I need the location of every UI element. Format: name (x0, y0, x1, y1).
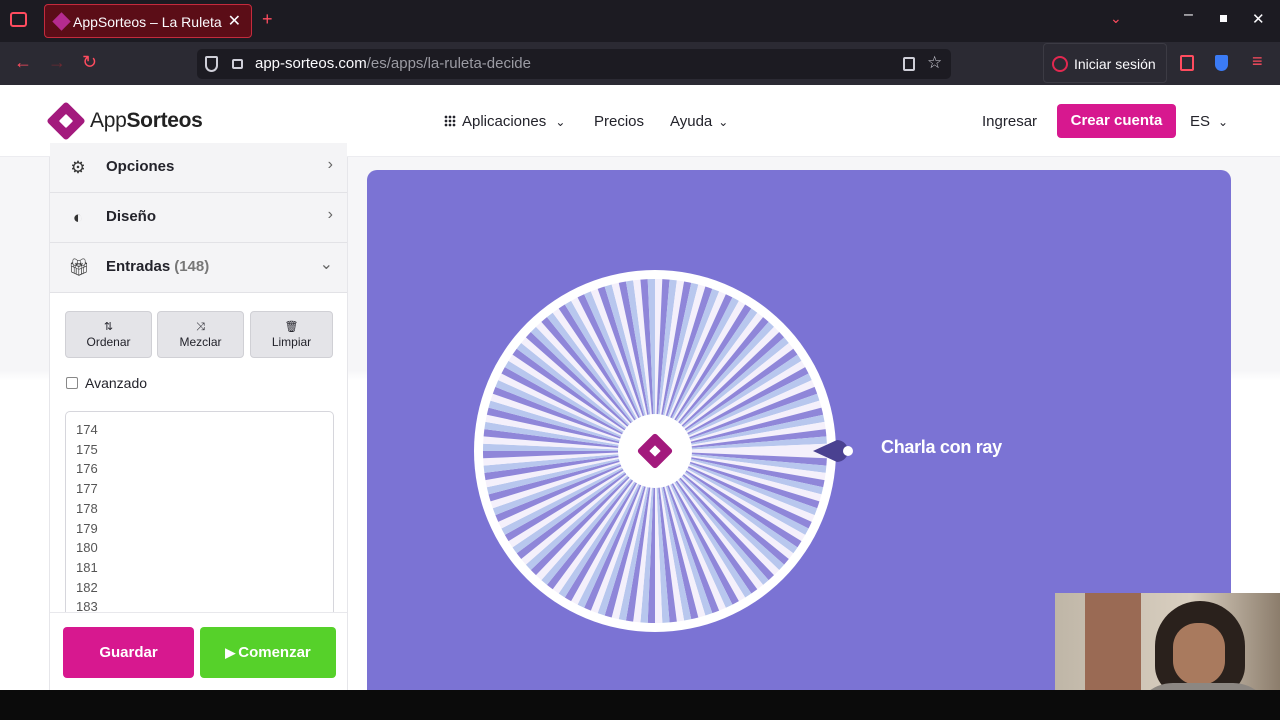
entry-line: 179 (76, 520, 98, 536)
minimize-icon[interactable]: – (1184, 6, 1193, 24)
entry-line: 182 (76, 579, 98, 595)
shield-icon[interactable] (1215, 55, 1228, 71)
appsorteos-logo-icon[interactable] (46, 101, 86, 141)
close-tab-icon[interactable]: ✕ (228, 11, 241, 31)
entradas-count: (148) (174, 258, 210, 275)
browser-signin-button[interactable]: Iniciar sesión (1043, 43, 1167, 83)
avanzado-checkbox[interactable]: Avanzado (66, 375, 147, 391)
tab-list-chevron-icon[interactable]: ⌄ (1110, 10, 1122, 27)
settings-sidebar: ⚙ Opciones › ◐ Diseño › 🎁︎ Entradas (148)… (49, 143, 348, 690)
tab-title: AppSorteos – La Ruleta d (73, 14, 225, 30)
account-icon (1052, 56, 1068, 72)
ordenar-button[interactable]: ⇅ Ordenar (65, 311, 152, 358)
os-taskbar (0, 690, 1280, 720)
tab-overview-icon[interactable] (10, 12, 27, 27)
chevron-down-icon: ⌄ (555, 115, 566, 129)
guardar-button[interactable]: Guardar (63, 627, 194, 678)
maximize-icon[interactable] (1220, 15, 1227, 22)
shuffle-icon: ⤨ (196, 321, 205, 333)
accordion-diseno[interactable]: ◐ Diseño › (50, 193, 347, 243)
language-selector[interactable]: ES ⌄ (1190, 113, 1228, 130)
comenzar-button[interactable]: ▶ Comenzar (200, 627, 336, 678)
chevron-down-icon: ⌄ (1218, 115, 1229, 129)
nav-aplicaciones[interactable]: Aplicaciones ⌄ (444, 113, 565, 130)
accordion-opciones[interactable]: ⚙ Opciones › (50, 143, 347, 193)
nav-precios[interactable]: Precios (594, 113, 644, 130)
reload-icon[interactable]: ↻ (82, 52, 97, 73)
back-arrow-icon[interactable]: ← (14, 52, 32, 73)
close-window-icon[interactable]: ✕ (1252, 10, 1265, 28)
entry-line: 175 (76, 441, 98, 457)
mezclar-button[interactable]: ⤨ Mezclar (157, 311, 244, 358)
apps-grid-icon (444, 115, 456, 127)
entradas-label: Entradas (148) (106, 258, 210, 275)
entry-line: 174 (76, 422, 98, 437)
site-favicon-icon (52, 12, 71, 31)
trash-icon: 🗑︎ (284, 321, 299, 333)
browser-tabbar: AppSorteos – La Ruleta d ✕ + ⌄ – ✕ (0, 0, 1280, 42)
ingresar-link[interactable]: Ingresar (982, 113, 1037, 130)
url-text[interactable]: app-sorteos.com/es/apps/la-ruleta-decide (255, 55, 531, 72)
accordion-entradas[interactable]: 🎁︎ Entradas (148) ⌄ (50, 243, 347, 293)
entry-line: 177 (76, 481, 98, 497)
palette-icon: ◐ (72, 208, 84, 227)
chevron-down-icon: ⌄ (319, 256, 333, 273)
opciones-label: Opciones (106, 158, 175, 175)
webcam-face (1173, 623, 1225, 685)
entry-line: 180 (76, 540, 98, 556)
browser-tab[interactable]: AppSorteos – La Ruleta d ✕ (44, 4, 252, 38)
entry-line: 178 (76, 500, 98, 516)
lock-icon[interactable] (232, 59, 243, 69)
forward-arrow-icon[interactable]: → (48, 52, 66, 73)
winner-label: Charla con ray (881, 437, 1002, 457)
signin-label: Iniciar sesión (1074, 56, 1156, 72)
menu-icon[interactable]: ≡ (1252, 51, 1263, 72)
extensions-icon[interactable] (1180, 55, 1194, 71)
gift-icon: 🎁︎ (68, 258, 90, 277)
chevron-right-icon: › (327, 156, 333, 173)
nav-ayuda[interactable]: Ayuda ⌄ (670, 113, 728, 130)
reader-view-icon[interactable] (903, 57, 915, 71)
address-bar[interactable]: app-sorteos.com/es/apps/la-ruleta-decide… (197, 49, 951, 79)
action-bar: Guardar ▶ Comenzar (50, 612, 347, 690)
gear-icon: ⚙ (70, 158, 86, 177)
entry-line: 181 (76, 559, 98, 575)
site-logo-text[interactable]: AppSorteos (90, 109, 203, 133)
sort-icon: ⇅ (103, 321, 114, 333)
checkbox-box[interactable] (66, 377, 78, 389)
chevron-down-icon: ⌄ (718, 115, 729, 129)
bookmark-star-icon[interactable]: ☆ (927, 53, 942, 73)
play-icon: ▶ (225, 645, 236, 660)
crear-cuenta-button[interactable]: Crear cuenta (1057, 104, 1176, 138)
entry-line: 176 (76, 461, 98, 477)
diseno-label: Diseño (106, 208, 157, 225)
new-tab-icon[interactable]: + (262, 9, 273, 30)
entries-textarea[interactable]: 174 175 176 177 178 179 180 181 182 183 (65, 411, 334, 617)
limpiar-button[interactable]: 🗑︎ Limpiar (250, 311, 333, 358)
tracking-protection-icon[interactable] (205, 56, 218, 72)
chevron-right-icon: › (327, 206, 333, 223)
